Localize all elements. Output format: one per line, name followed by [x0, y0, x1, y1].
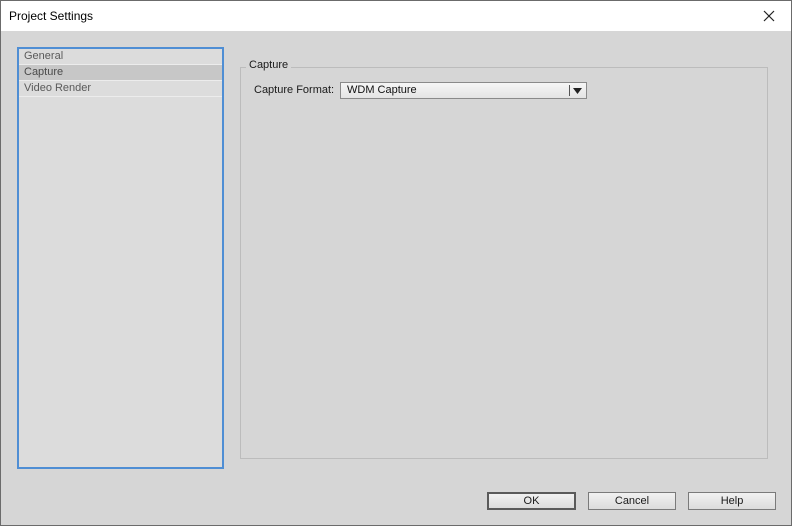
- sidebar-item-video-render[interactable]: Video Render: [19, 81, 222, 97]
- capture-group-title: Capture: [246, 59, 292, 71]
- title-bar: Project Settings: [1, 1, 791, 31]
- capture-format-label: Capture Format:: [254, 84, 335, 96]
- sidebar-item-capture[interactable]: Capture: [19, 65, 222, 81]
- dropdown-separator: [569, 85, 570, 96]
- capture-group-box: [240, 67, 768, 459]
- help-button[interactable]: Help: [688, 492, 776, 510]
- settings-category-list: General Capture Video Render: [17, 47, 224, 469]
- capture-format-select[interactable]: WDM Capture: [340, 82, 587, 99]
- chevron-down-icon[interactable]: [572, 85, 583, 96]
- capture-format-value: WDM Capture: [347, 84, 417, 96]
- project-settings-dialog: Project Settings General Capture Video R…: [0, 0, 792, 526]
- window-title: Project Settings: [9, 9, 94, 23]
- ok-button[interactable]: OK: [487, 492, 576, 510]
- sidebar-item-general[interactable]: General: [19, 49, 222, 65]
- cancel-button[interactable]: Cancel: [588, 492, 676, 510]
- close-icon: [763, 10, 775, 22]
- close-button[interactable]: [747, 1, 791, 31]
